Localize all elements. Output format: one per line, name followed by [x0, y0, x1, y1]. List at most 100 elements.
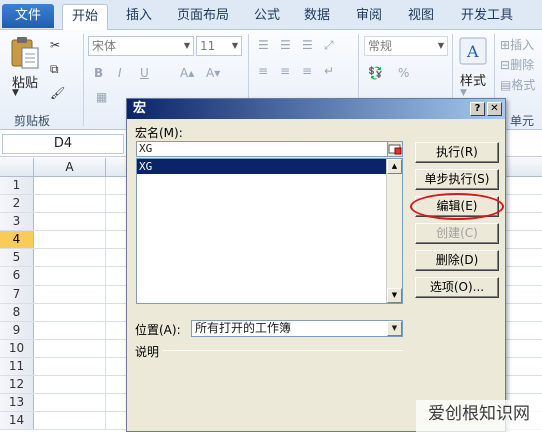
help-button[interactable]: ?	[470, 102, 485, 116]
create-button[interactable]: 创建(C)	[415, 223, 499, 244]
styles-label[interactable]: 样式	[460, 70, 486, 89]
row-header[interactable]: 11	[0, 357, 34, 376]
cell[interactable]	[34, 321, 106, 339]
percent-icon[interactable]: %	[398, 66, 409, 80]
row-header[interactable]: 12	[0, 376, 34, 394]
macro-list[interactable]: XG ▲ ▼	[136, 158, 403, 304]
format-cells-label: 格式	[511, 78, 536, 92]
borders-icon[interactable]: ▦	[96, 90, 107, 104]
format-cells-button[interactable]: ▤格式	[500, 76, 535, 93]
styles-icon[interactable]: A	[458, 36, 488, 66]
row-header[interactable]: 2	[0, 195, 34, 213]
font-size-combo[interactable]: 11 ▼	[196, 36, 242, 56]
cell[interactable]	[34, 231, 106, 249]
shrink-font-icon[interactable]: A▾	[206, 66, 220, 80]
tab-view[interactable]: 视图	[398, 4, 444, 30]
dialog-title[interactable]: 宏	[127, 99, 505, 119]
list-scrollbar[interactable]: ▲ ▼	[386, 159, 402, 303]
grow-font-icon[interactable]: A▴	[180, 66, 194, 80]
align-center-icon[interactable]: ≡	[280, 64, 290, 78]
row-header[interactable]: 9	[0, 321, 34, 339]
align-left-icon[interactable]: ≡	[258, 64, 268, 78]
row-header[interactable]: 13	[0, 394, 34, 412]
row-header[interactable]: 10	[0, 339, 34, 357]
row-header[interactable]: 14	[0, 412, 34, 430]
cell[interactable]	[34, 357, 106, 376]
italic-button[interactable]: I	[118, 66, 122, 80]
underline-button[interactable]: U	[140, 66, 149, 80]
cell[interactable]	[34, 412, 106, 430]
cell[interactable]	[34, 303, 106, 321]
align-middle-icon[interactable]: ☰	[280, 38, 291, 52]
tab-insert[interactable]: 插入	[116, 4, 162, 30]
chevron-down-icon[interactable]: ▼	[460, 88, 467, 98]
row-header[interactable]: 6	[0, 267, 34, 285]
svg-text:A: A	[466, 42, 479, 61]
chevron-down-icon: ▼	[437, 41, 444, 50]
run-button[interactable]: 执行(R)	[415, 142, 499, 163]
clipboard-group-label: 剪贴板	[14, 114, 51, 128]
wrap-text-icon[interactable]: ↵	[324, 64, 334, 78]
copy-icon[interactable]: ⧉	[50, 62, 59, 77]
row-header[interactable]: 7	[0, 285, 34, 303]
align-bottom-icon[interactable]: ☰	[302, 38, 313, 52]
tab-data[interactable]: 数据	[294, 4, 340, 30]
options-button[interactable]: 选项(O)...	[415, 277, 499, 298]
row-header[interactable]: 5	[0, 249, 34, 267]
location-label: 位置(A):	[135, 323, 181, 337]
group-divider	[83, 34, 84, 126]
cell[interactable]	[34, 394, 106, 412]
cell[interactable]	[34, 267, 106, 285]
font-name-combo[interactable]: 宋体 ▼	[88, 36, 194, 56]
tab-developer[interactable]: 开发工具	[452, 4, 522, 30]
tab-page-layout[interactable]: 页面布局	[168, 4, 238, 30]
cell[interactable]	[34, 249, 106, 267]
chevron-down-icon[interactable]: ▼	[387, 321, 402, 336]
cell[interactable]	[34, 376, 106, 394]
select-all-corner[interactable]	[0, 158, 34, 176]
row-header[interactable]: 3	[0, 213, 34, 231]
cell[interactable]	[34, 177, 106, 195]
insert-cells-button[interactable]: ⊞插入	[500, 36, 534, 53]
number-format-combo[interactable]: 常规 ▼	[364, 36, 448, 56]
name-box[interactable]: D4	[2, 134, 124, 154]
align-right-icon[interactable]: ≡	[302, 64, 312, 78]
collapse-dialog-button[interactable]	[387, 141, 403, 157]
paste-icon[interactable]	[10, 36, 40, 70]
orientation-icon[interactable]: ⤢	[324, 38, 334, 53]
tab-home[interactable]: 开始	[62, 4, 108, 30]
list-item[interactable]: XG	[137, 159, 402, 174]
step-into-button[interactable]: 单步执行(S)	[415, 169, 499, 190]
close-button[interactable]: ✕	[487, 102, 502, 116]
cell[interactable]	[34, 339, 106, 357]
description-label: 说明	[135, 345, 160, 359]
row-header-selected[interactable]: 4	[0, 231, 34, 249]
column-header-a[interactable]: A	[34, 158, 106, 176]
tab-formulas[interactable]: 公式	[244, 4, 290, 30]
location-select[interactable]: 所有打开的工作簿 ▼	[191, 320, 403, 337]
cell[interactable]	[34, 213, 106, 231]
align-top-icon[interactable]: ☰	[258, 38, 269, 52]
row-header[interactable]: 1	[0, 177, 34, 195]
highlight-ring	[410, 193, 504, 220]
macro-name-input[interactable]: XG	[136, 141, 401, 157]
tab-review[interactable]: 审阅	[346, 4, 392, 30]
paste-dropdown-icon[interactable]: ▼	[12, 88, 19, 98]
chevron-down-icon: ▼	[183, 41, 190, 50]
ribbon-tab-bar: 文件 开始 插入 页面布局 公式 数据 审阅 视图 开发工具	[0, 0, 542, 30]
currency-icon[interactable]: 💱	[368, 66, 383, 80]
location-value: 所有打开的工作簿	[195, 321, 292, 335]
cut-icon[interactable]: ✂	[50, 38, 60, 52]
bold-button[interactable]: B	[94, 66, 103, 80]
font-size-value: 11	[200, 39, 216, 53]
delete-cells-button[interactable]: ⊟删除	[500, 56, 534, 73]
scroll-down-icon[interactable]: ▼	[387, 288, 402, 303]
format-painter-icon[interactable]: 🖌	[50, 86, 65, 100]
cell[interactable]	[34, 285, 106, 303]
tab-file[interactable]: 文件	[2, 4, 54, 28]
scroll-up-icon[interactable]: ▲	[387, 159, 402, 174]
row-header[interactable]: 8	[0, 303, 34, 321]
delete-button[interactable]: 删除(D)	[415, 250, 499, 271]
number-format-value: 常规	[368, 39, 393, 53]
cell[interactable]	[34, 195, 106, 213]
